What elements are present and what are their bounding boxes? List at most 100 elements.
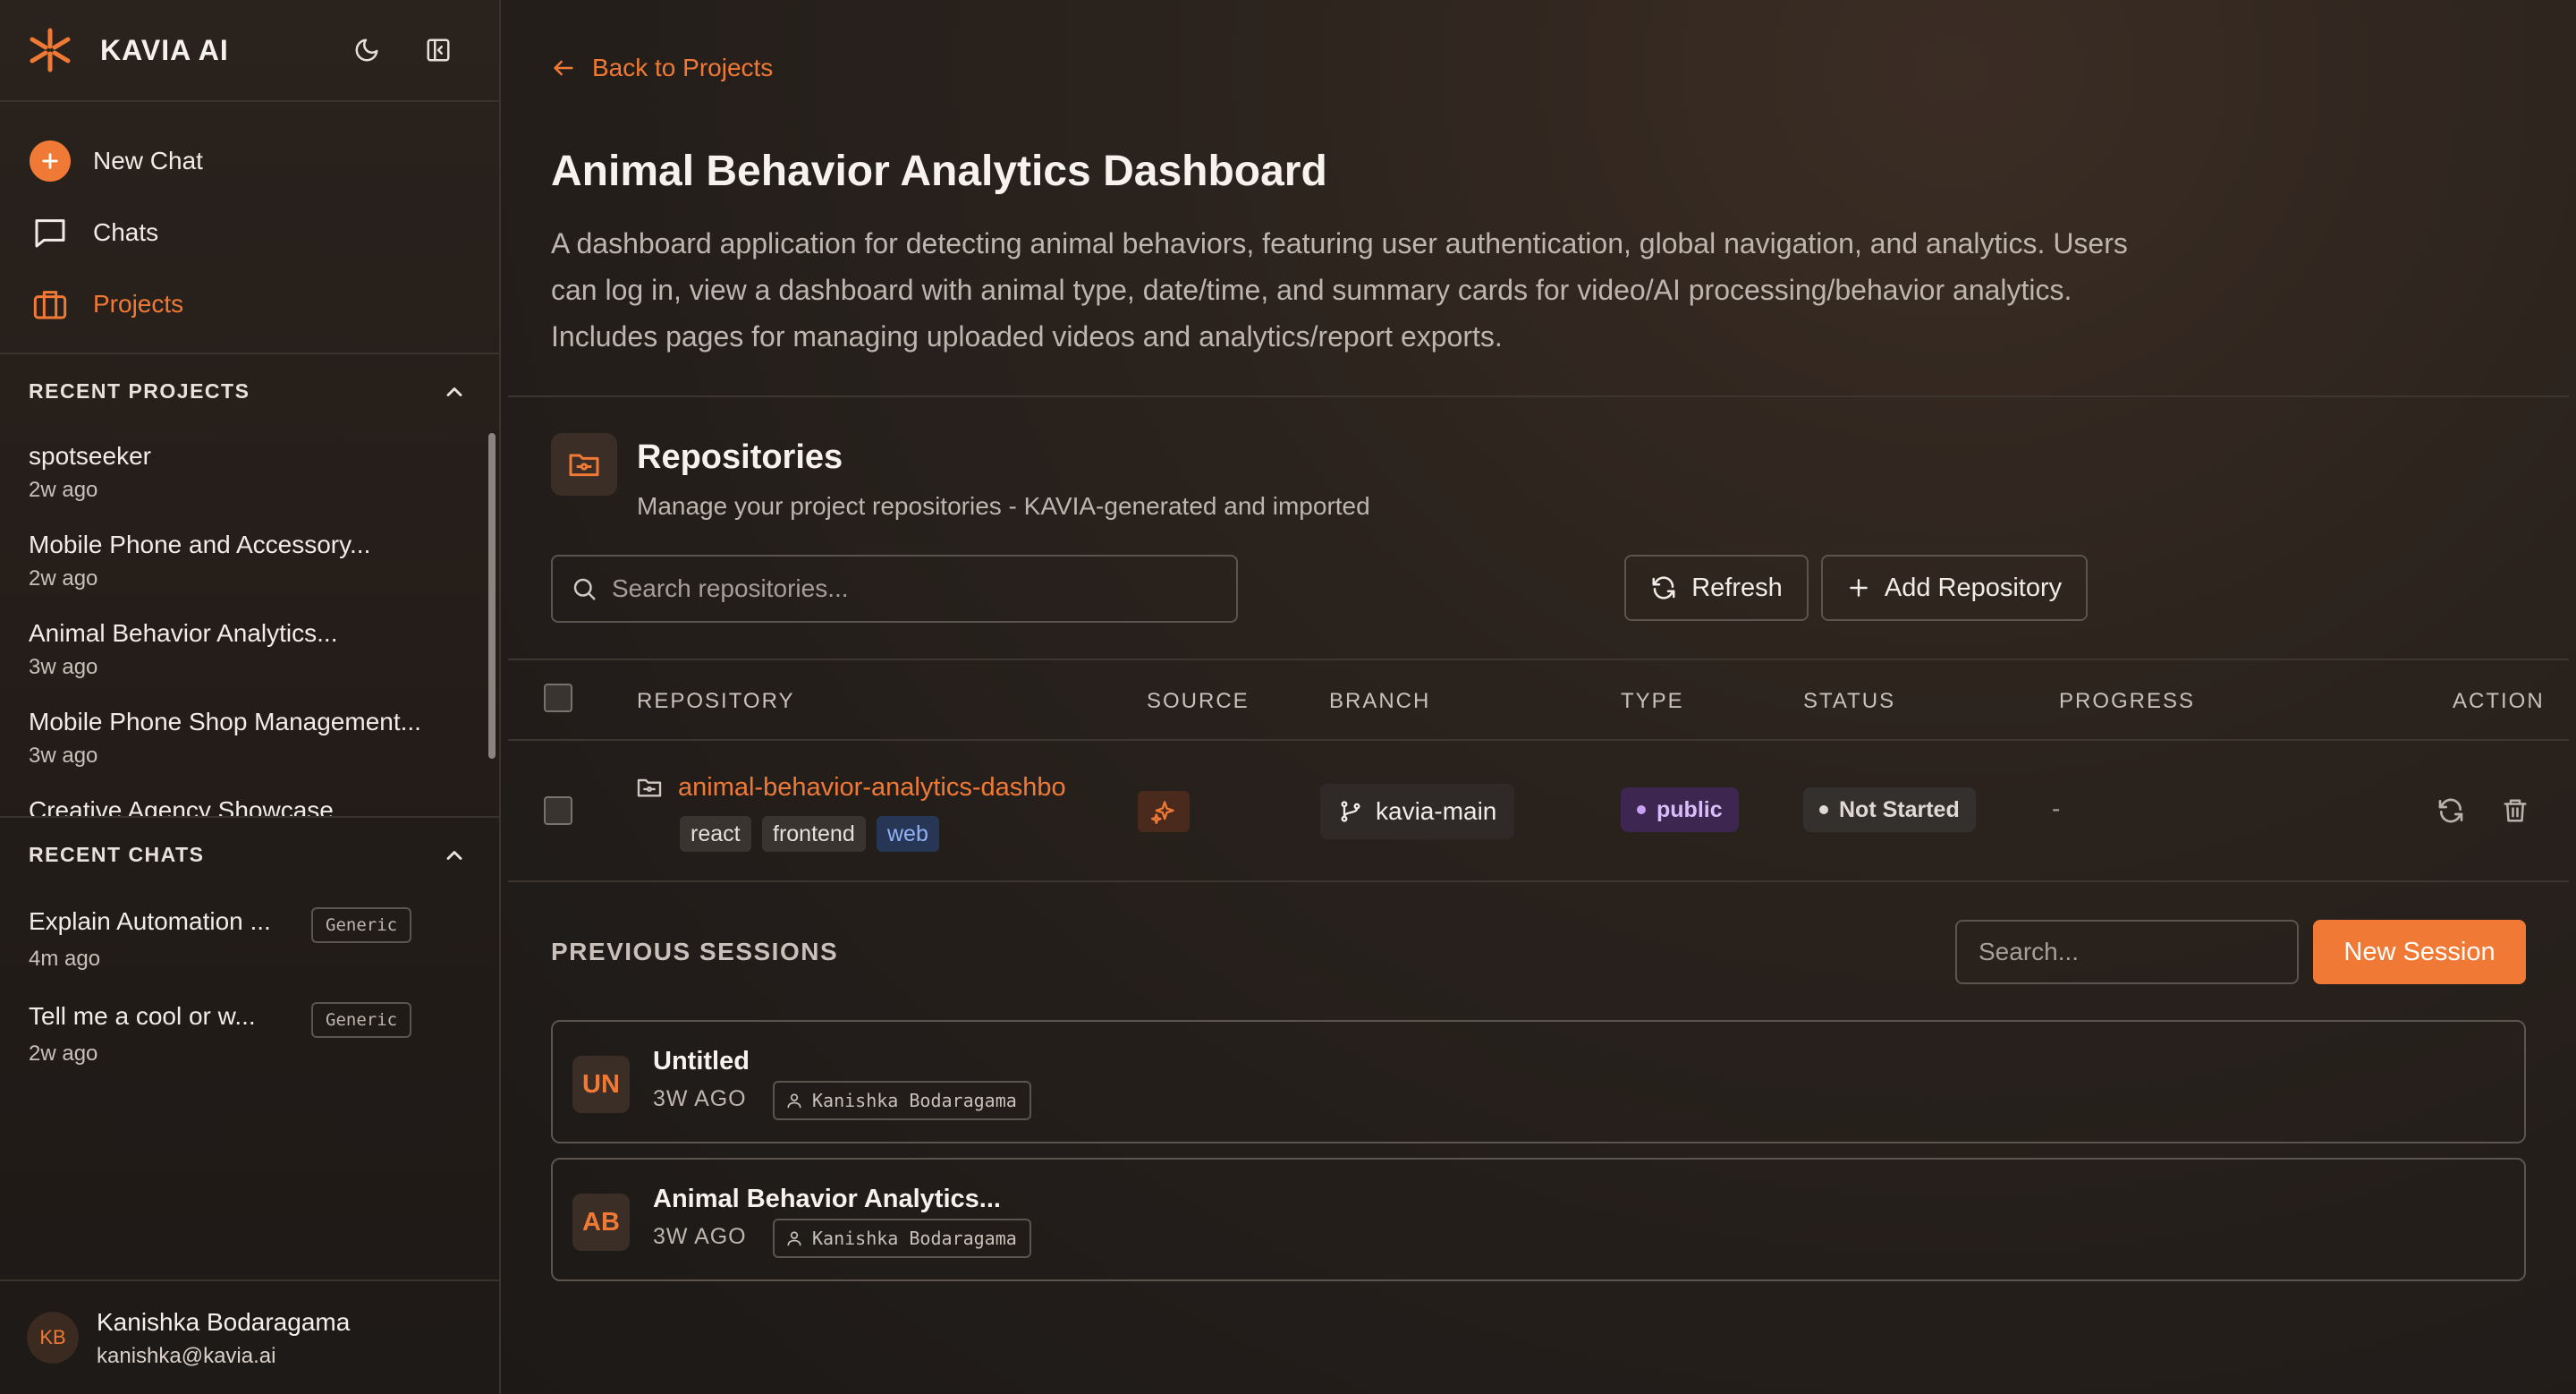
project-name: Mobile Phone Shop Management... — [29, 708, 421, 735]
column-header[interactable]: REPOSITORY — [637, 689, 795, 714]
session-avatar: UN — [572, 1056, 630, 1113]
section-title: RECENT CHATS — [29, 842, 205, 866]
user-name: Kanishka Bodaragama — [97, 1308, 351, 1336]
project-name: Creative Agency Showcase — [29, 796, 334, 816]
theme-toggle-button[interactable] — [349, 32, 385, 68]
page-title: Animal Behavior Analytics Dashboard — [551, 148, 1327, 195]
recent-project-item[interactable]: Creative Agency Showcase — [0, 784, 499, 816]
progress-value: - — [2052, 795, 2061, 822]
delete-repository-button[interactable] — [2497, 793, 2533, 829]
chat-time: 2w ago — [29, 1041, 98, 1066]
recent-chats-header[interactable]: RECENT CHATS — [0, 816, 499, 891]
column-header[interactable]: TYPE — [1621, 689, 1684, 714]
session-card[interactable]: UN Untitled 3W AGO Kanishka Bodaragama — [551, 1020, 2526, 1143]
divider — [508, 395, 2569, 397]
column-header[interactable]: STATUS — [1803, 689, 1895, 714]
row-checkbox[interactable] — [544, 796, 572, 825]
chat-icon — [29, 211, 72, 254]
refresh-label: Refresh — [1691, 573, 1783, 602]
repositories-title: Repositories — [637, 438, 843, 476]
new-session-button[interactable]: New Session — [2313, 920, 2526, 984]
brand-bar: KAVIA AI — [0, 0, 499, 102]
recent-project-item[interactable]: spotseeker 2w ago — [0, 429, 499, 518]
sync-repository-button[interactable] — [2433, 793, 2469, 829]
nav-chats[interactable]: Chats — [0, 197, 499, 268]
moon-icon — [355, 38, 378, 62]
refresh-icon — [1652, 576, 1675, 599]
chevron-up-icon — [446, 851, 462, 860]
column-header[interactable]: BRANCH — [1329, 689, 1430, 714]
recent-chat-item[interactable]: Explain Automation ... 4m ago Generic — [0, 891, 499, 986]
session-user-badge: Kanishka Bodaragama — [773, 1081, 1031, 1120]
back-to-projects-link[interactable]: Back to Projects — [551, 54, 773, 82]
add-repository-button[interactable]: Add Repository — [1821, 555, 2088, 621]
user-email: kanishka@kavia.ai — [97, 1344, 276, 1368]
briefcase-icon — [29, 283, 72, 326]
repository-name-link[interactable]: animal-behavior-analytics-dashbo — [678, 773, 1089, 803]
project-time: 2w ago — [29, 478, 98, 502]
project-name: Animal Behavior Analytics... — [29, 619, 338, 647]
status-label: Not Started — [1839, 796, 1960, 822]
table-row[interactable]: animal-behavior-analytics-dashbo react f… — [508, 741, 2569, 882]
add-repository-label: Add Repository — [1884, 573, 2063, 602]
avatar: KB — [27, 1312, 79, 1364]
recent-project-item[interactable]: Mobile Phone and Accessory... 2w ago — [0, 518, 499, 607]
back-label: Back to Projects — [592, 54, 774, 81]
project-name: Mobile Phone and Accessory... — [29, 531, 371, 558]
recent-project-item[interactable]: Animal Behavior Analytics... 3w ago — [0, 607, 499, 695]
session-user-name: Kanishka Bodaragama — [812, 1228, 1017, 1249]
repository-search-input[interactable] — [612, 574, 1202, 603]
kavia-logo-icon — [30, 28, 71, 72]
chevron-up-icon — [446, 387, 462, 396]
session-search-input[interactable] — [1955, 920, 2299, 984]
type-badge: public — [1621, 787, 1739, 832]
status-badge: Not Started — [1803, 787, 1976, 832]
session-card[interactable]: AB Animal Behavior Analytics... 3W AGO K… — [551, 1158, 2526, 1281]
repositories-subtitle: Manage your project repositories - KAVIA… — [637, 492, 1370, 520]
search-icon — [573, 578, 596, 600]
chat-time: 4m ago — [29, 947, 101, 971]
sidebar-collapse-icon — [427, 38, 450, 62]
type-label: public — [1657, 796, 1723, 822]
recent-chats-list: Explain Automation ... 4m ago Generic Te… — [0, 891, 499, 1081]
repository-folder-icon — [551, 433, 617, 496]
project-time: 2w ago — [29, 566, 98, 591]
collapse-sidebar-button[interactable] — [420, 32, 456, 68]
column-header[interactable]: SOURCE — [1147, 689, 1250, 714]
chat-type-badge: Generic — [311, 907, 412, 943]
nav-projects[interactable]: Projects — [0, 268, 499, 340]
user-icon — [787, 1093, 801, 1109]
project-name: spotseeker — [29, 442, 151, 470]
status-dot — [1819, 805, 1828, 814]
column-header[interactable]: PROGRESS — [2059, 689, 2195, 714]
user-profile[interactable]: KB Kanishka Bodaragama kanishka@kavia.ai — [0, 1279, 499, 1394]
column-header[interactable]: ACTION — [2453, 689, 2545, 714]
select-all-checkbox[interactable] — [544, 684, 572, 712]
session-title: Animal Behavior Analytics... — [653, 1185, 1001, 1213]
folder-icon — [637, 778, 662, 797]
repository-search[interactable] — [551, 555, 1238, 623]
type-dot — [1637, 805, 1646, 814]
session-time: 3W AGO — [653, 1224, 747, 1249]
session-user-name: Kanishka Bodaragama — [812, 1090, 1017, 1111]
git-branch-icon — [1341, 801, 1360, 822]
plus-icon — [30, 140, 71, 182]
refresh-icon — [2438, 798, 2463, 823]
branch-badge[interactable]: kavia-main — [1320, 784, 1515, 839]
project-time: 3w ago — [29, 655, 98, 679]
sidebar-scrollbar[interactable] — [488, 433, 496, 759]
session-avatar: AB — [572, 1194, 630, 1251]
nav-label: Projects — [93, 290, 184, 318]
recent-project-item[interactable]: Mobile Phone Shop Management... 3w ago — [0, 695, 499, 784]
section-title: RECENT PROJECTS — [29, 378, 250, 403]
tag-react: react — [680, 816, 751, 852]
plus-icon — [1850, 579, 1868, 597]
project-time: 3w ago — [29, 744, 98, 768]
nav-label: New Chat — [93, 147, 203, 174]
nav-new-chat[interactable]: New Chat — [0, 125, 499, 197]
brand-name: KAVIA AI — [100, 34, 229, 66]
refresh-button[interactable]: Refresh — [1624, 555, 1809, 621]
recent-chat-item[interactable]: Tell me a cool or w... 2w ago Generic — [0, 986, 499, 1081]
tag-web: web — [877, 816, 939, 852]
recent-projects-header[interactable]: RECENT PROJECTS — [0, 353, 499, 428]
